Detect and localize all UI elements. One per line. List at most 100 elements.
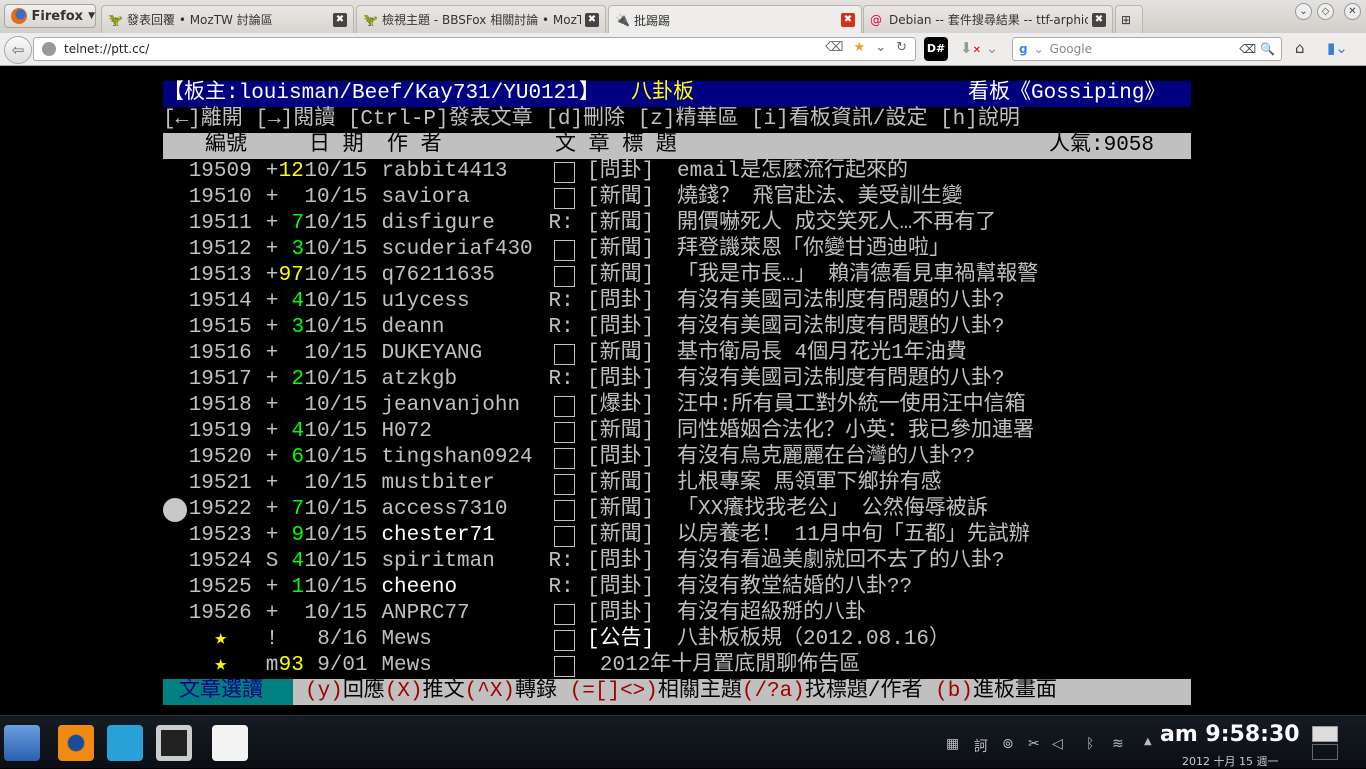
close-tab-icon[interactable]: ✖ [1092,12,1106,27]
reply-flag: R: [548,290,574,313]
article-number: 19522 [188,498,252,521]
article-author: u1ycess [381,290,470,313]
app-launcher-icon[interactable] [4,725,40,761]
bookmark-star-icon[interactable]: ★ [854,40,866,55]
minimize-button[interactable]: ⌄ [1295,3,1312,20]
board-id: 看板《Gossiping》 [968,82,1166,105]
clock[interactable]: am 9:58:30 [1160,722,1300,747]
tab-moztw-reply[interactable]: 🦖 發表回覆 • MozTW 討論區 ✖ [101,5,354,33]
home-icon[interactable]: ⌂ [1295,39,1305,57]
article-row[interactable]: 19521 +10/15 mustbiter [新聞] 扎根專案 馬領軍下鄉拚有感 [163,471,1191,497]
close-window-button[interactable]: ✕ [1344,3,1361,20]
article-date: 10/15 [304,316,368,339]
bluetooth-icon[interactable]: ᛒ [1086,736,1094,752]
article-row[interactable]: ★ m 93 9/01 Mews 2012年十月置底閒聊佈告區 [163,653,1191,679]
article-row[interactable]: 19518 +10/15 jeanvanjohn [爆卦] 汪中:所有員工對外統一使用汪… [163,393,1191,419]
clipboard-icon[interactable]: ⊚ [1002,736,1014,752]
article-author: tingshan0924 [381,446,533,469]
article-date: 9/01 [317,654,368,677]
close-tab-icon[interactable]: ✖ [585,12,599,27]
article-row[interactable]: 19523 +9 10/15 chester71 [新聞] 以房養老！ 11月中旬「五都」… [163,523,1191,549]
article-row[interactable]: 19510 +10/15 saviora [新聞] 燒錢？ 飛官赴法、美受訓生變 [163,185,1191,211]
article-author: mustbiter [381,472,495,495]
search-box[interactable]: g ⌄ Google ⌫ 🔍 [1012,37,1282,61]
article-number: 19510 [188,186,252,209]
search-engine-dropdown-icon[interactable]: ⌄ [1034,42,1044,56]
article-row[interactable]: 19509 +12 10/15 rabbit4413 [問卦] email是怎麼流行起來的 [163,159,1191,185]
bookmarks-menu-icon[interactable]: ▮⌄ [1327,39,1348,57]
article-category: [公告] [587,628,655,651]
article-category: [問卦] [587,446,655,469]
article-row[interactable]: 19515 +3 10/15 deann R: [問卦] 有沒有美國司法制度有問題的八卦? [163,315,1191,341]
article-row[interactable]: 19524 S 4 10/15 spiritman R: [問卦] 有沒有看過美劇就回不去了的… [163,549,1191,575]
close-tab-icon[interactable]: ✖ [841,13,855,27]
article-number: 19524 [188,550,252,573]
dsharp-addon-button[interactable]: D# [924,37,948,61]
article-row[interactable]: 19526 +10/15 ANPRC77 [問卦] 有沒有超級掰的八卦 [163,601,1191,627]
desktop-pager-2[interactable] [1312,744,1338,760]
article-title: 有沒有美國司法制度有問題的八卦? [677,316,1005,339]
download-icon[interactable]: ⬇✕ ⌄ [960,39,998,57]
article-row[interactable]: 19516 +10/15 DUKEYANG [新聞] 基市衛局長 4個月花光1年油費 [163,341,1191,367]
url-bar[interactable]: telnet://ptt.cc/ ⌫ ★ ⌄ ↻ [33,37,916,61]
article-row[interactable]: 19511 +7 10/15 disfigure R: [新聞] 開價嚇死人 成交笑死人…不… [163,211,1191,237]
article-row[interactable]: 19520 +6 10/15 tingshan0924 [問卦] 有沒有烏克麗麗在台灣的八… [163,445,1191,471]
tab-bbsfox-topic[interactable]: 🦖 檢視主題 - BBSFox 相關討論 • MozT··· ✖ [356,5,606,33]
back-button[interactable]: ⇦ [4,36,32,64]
plug-icon: 🔌 [615,13,630,27]
close-tab-icon[interactable]: ✖ [333,12,347,27]
tray-expand-icon[interactable]: ▲ [1144,736,1152,747]
article-row[interactable]: 19513 +97 10/15 q76211635 [新聞] 「我是市長…」 賴清德看見車… [163,263,1191,289]
clear-url-icon[interactable]: ⌫ [825,40,843,55]
wifi-icon[interactable]: ≋ [1112,736,1124,752]
article-mark: + [265,186,279,209]
col-title: 文 章 標 題 [555,134,677,157]
command-menu-text: [←]離開 [→]閱讀 [Ctrl-P]發表文章 [d]刪除 [z]精華區 [i… [163,108,1020,131]
history-dropdown-icon[interactable]: ⌄ [875,40,886,55]
taskbar: ▦ 訶 ⊚ ✂ ◁ ᛒ ≋ ▲ am 9:58:30 2012 十月 15 週一 [0,715,1366,768]
article-category: [爆卦] [587,394,655,417]
maximize-button[interactable]: ◇ [1317,3,1334,20]
firefox-menu-button[interactable]: Firefox ▼ [4,4,96,28]
system-monitor-icon[interactable] [107,725,143,761]
article-row[interactable]: 19512 +3 10/15 scuderiaf430 [新聞] 拜登譏萊恩「你變甘迺迪啦… [163,237,1191,263]
new-tab-button[interactable]: ⊞ [1115,5,1143,33]
footer-key: (^X) [464,680,516,703]
article-date: 10/15 [304,602,368,625]
bbs-terminal[interactable]: 【板主:louisman/Beef/Kay731/YU0121】 八卦板 看板《… [163,81,1191,705]
url-text: telnet://ptt.cc/ [64,42,150,56]
article-title: 有沒有教堂結婚的八卦?? [677,576,913,599]
article-row[interactable]: 19517 +2 10/15 atzkgb R: [問卦] 有沒有美國司法制度有問題的八卦? [163,367,1191,393]
article-title: 同性婚姻合法化？小英：我已參加連署 [677,420,1034,443]
search-icon[interactable]: ⌫ 🔍 [1239,42,1275,56]
input-method-icon[interactable]: 訶 [974,736,988,756]
article-number: 19516 [188,342,252,365]
article-date: 10/15 [304,264,368,287]
article-title: 以房養老！ 11月中旬「五都」先試辦 [677,524,1030,547]
volume-icon[interactable]: ◁ [1052,736,1063,752]
terminal-icon[interactable] [156,725,192,761]
desktop-pager-1[interactable] [1312,726,1338,742]
push-count: 3 [291,316,305,339]
network-bars-icon[interactable]: ▦ [946,736,959,752]
article-mark: + [265,576,279,599]
article-row[interactable]: 19514 +4 10/15 u1ycess R: [問卦] 有沒有美國司法制度有問題的八卦… [163,289,1191,315]
article-row[interactable]: 19525 +1 10/15 cheeno R: [問卦] 有沒有教堂結婚的八卦?? [163,575,1191,601]
article-row[interactable]: 19522 +7 10/15 access7310 [新聞] 「XX癢找我老公」 公然侮辱… [163,497,1191,523]
tab-label: 發表回覆 • MozTW 討論區 [127,13,273,27]
reply-flag: R: [548,316,574,339]
tab-ptt[interactable]: 🔌 批踢踢 ✖ [608,5,862,34]
article-row[interactable]: 19519 +4 10/15 H072 [新聞] 同性婚姻合法化？小英：我已參加連署 [163,419,1191,445]
tab-debian[interactable]: @ Debian -- 套件搜尋結果 -- ttf-arphic-··· ✖ [863,5,1113,33]
article-row[interactable]: ★! 8/16 Mews [公告] 八卦板板規（2012.08.16） [163,627,1191,653]
document-app-icon[interactable] [212,725,248,761]
push-count: 4 [291,290,305,313]
article-title: 有沒有美國司法制度有問題的八卦? [677,290,1005,313]
reload-icon[interactable]: ↻ [896,40,907,55]
eye-app-icon[interactable] [58,725,94,761]
reply-flag: R: [548,368,574,391]
article-number: 19525 [188,576,252,599]
footer-key: (y) [305,680,343,703]
article-mark: ! [265,628,279,651]
scissors-icon[interactable]: ✂ [1028,736,1040,752]
